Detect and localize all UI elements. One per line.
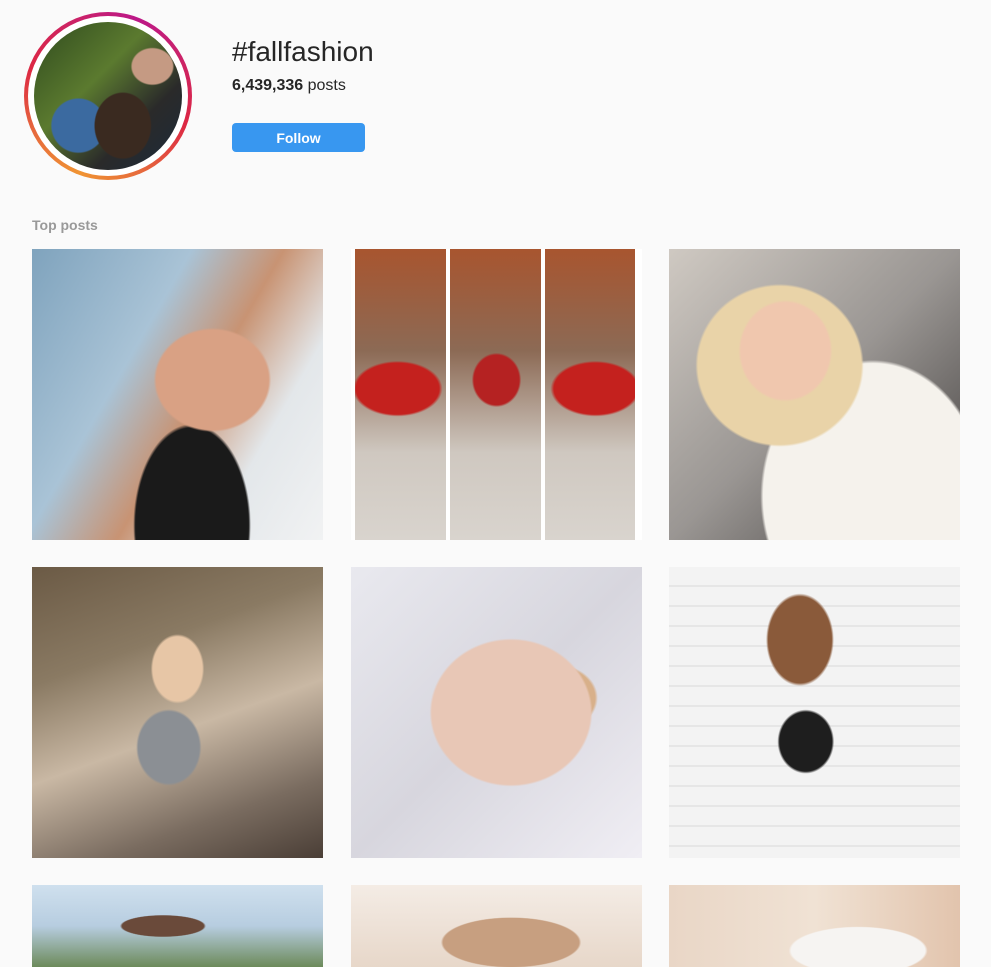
post-count: 6,439,336 posts: [232, 77, 346, 95]
hashtag-title: #fallfashion: [232, 36, 374, 67]
post-count-value: 6,439,336: [232, 77, 304, 94]
top-posts-heading: Top posts: [32, 217, 98, 233]
post-tile[interactable]: [351, 567, 642, 858]
hashtag-avatar-image[interactable]: [34, 22, 182, 170]
post-tile[interactable]: [32, 885, 323, 967]
post-count-suffix: posts: [303, 77, 346, 94]
post-tile[interactable]: [32, 567, 323, 858]
post-tile[interactable]: [351, 249, 642, 540]
post-tile[interactable]: [669, 567, 960, 858]
post-tile[interactable]: [669, 249, 960, 540]
post-tile[interactable]: [669, 885, 960, 967]
post-tile[interactable]: [351, 885, 642, 967]
post-tile[interactable]: [32, 249, 323, 540]
avatar-frame: [28, 16, 188, 176]
hashtag-avatar-ring: [24, 12, 192, 180]
follow-button[interactable]: Follow: [232, 123, 365, 152]
